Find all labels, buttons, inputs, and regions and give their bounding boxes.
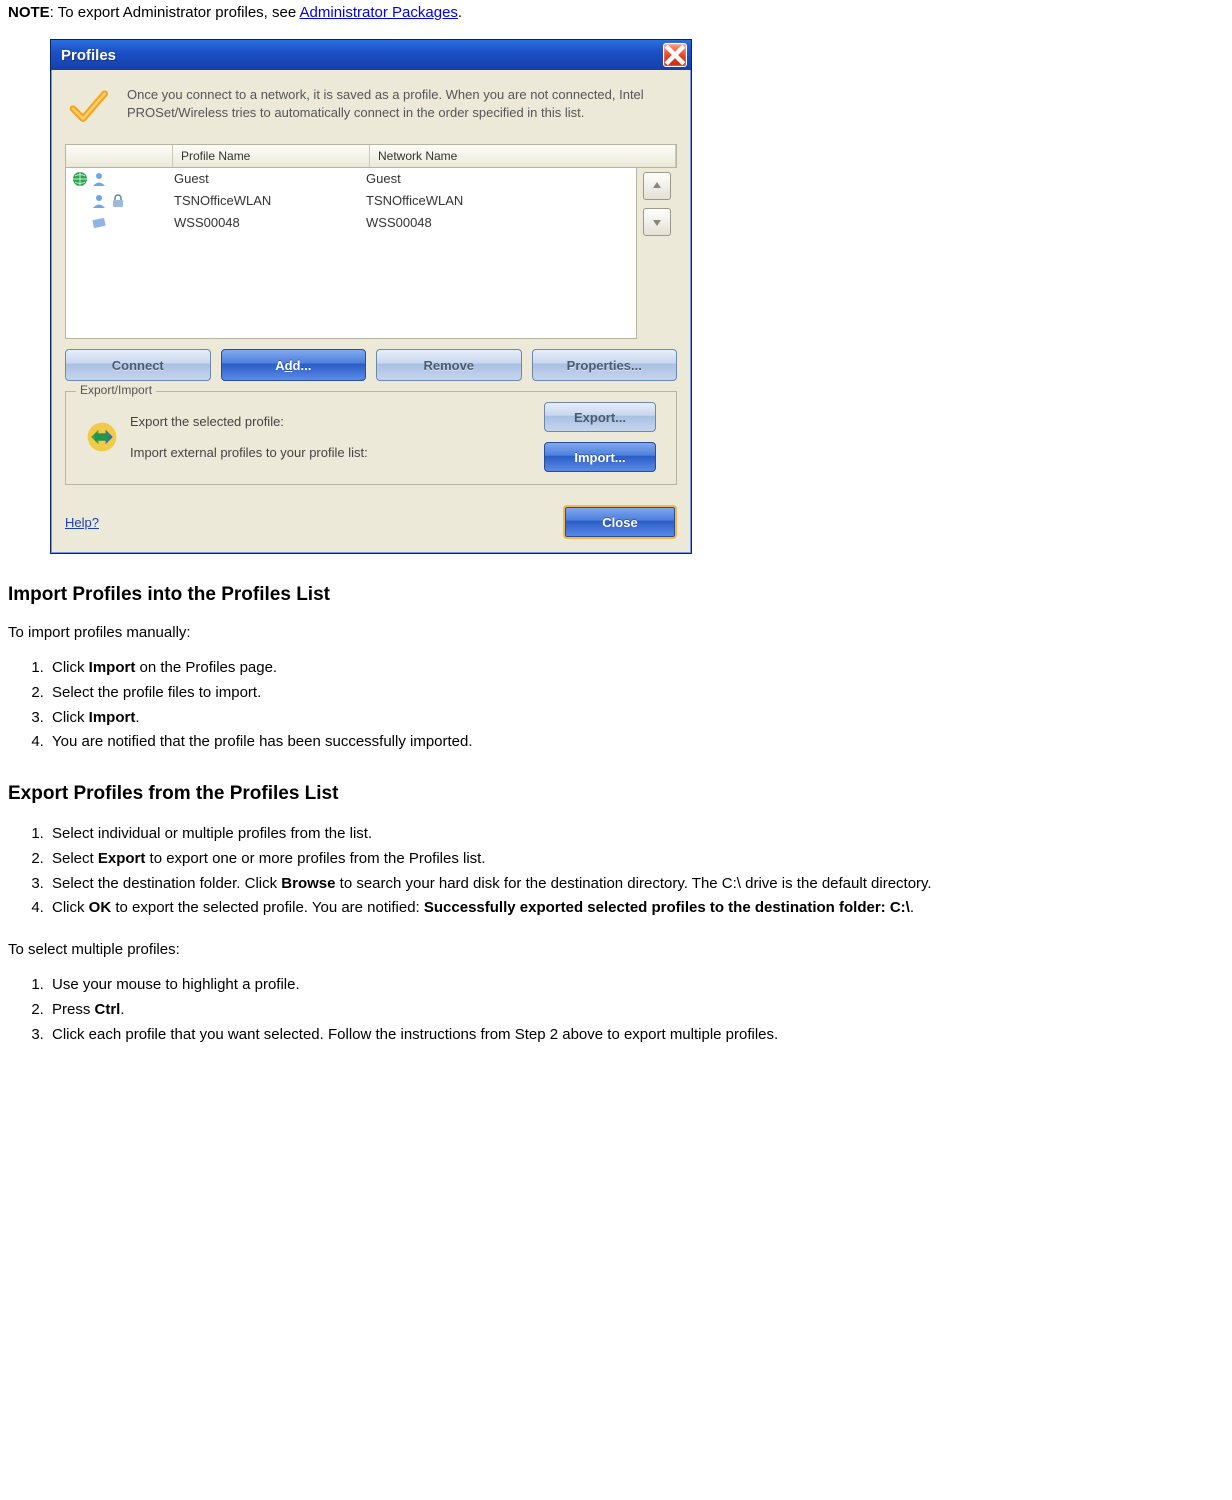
import-intro-text: To import profiles manually: [8, 624, 1222, 641]
profiles-dialog: Profiles Once you connect to a network, … [50, 39, 692, 554]
list-item: Click Import. [48, 707, 1222, 729]
card-icon [91, 215, 107, 231]
header-spacer [66, 145, 173, 167]
list-item: Click each profile that you want selecte… [48, 1024, 1222, 1046]
connect-button[interactable]: Connect [65, 349, 211, 381]
import-button[interactable]: Import... [544, 442, 656, 472]
export-label: Export the selected profile: [130, 414, 544, 429]
list-item: Select Export to export one or more prof… [48, 848, 1222, 870]
list-item: Select individual or multiple profiles f… [48, 823, 1222, 845]
import-section-heading: Import Profiles into the Profiles List [8, 584, 1222, 606]
user-icon [91, 193, 107, 209]
note-paragraph: NOTE: To export Administrator profiles, … [8, 4, 1222, 21]
export-import-legend: Export/Import [76, 383, 156, 397]
user-icon [91, 171, 107, 187]
transfer-icon [78, 417, 126, 457]
move-down-button[interactable] [643, 208, 671, 236]
cell-network-name: WSS00048 [362, 215, 636, 231]
profiles-list: Profile Name Network Name Guest Guest [65, 144, 677, 339]
titlebar: Profiles [51, 40, 691, 70]
import-steps-list: Click Import on the Profiles page. Selec… [48, 657, 1222, 753]
dialog-intro-text: Once you connect to a network, it is sav… [127, 84, 673, 122]
export-steps-list: Select individual or multiple profiles f… [48, 823, 1222, 919]
list-item: Click Import on the Profiles page. [48, 657, 1222, 679]
list-item: Click OK to export the selected profile.… [48, 897, 1222, 919]
note-text-after: . [458, 4, 462, 21]
cell-network-name: TSNOfficeWLAN [362, 193, 636, 209]
remove-button[interactable]: Remove [376, 349, 522, 381]
header-network-name[interactable]: Network Name [370, 145, 676, 167]
list-item: Press Ctrl. [48, 999, 1222, 1021]
multi-intro-text: To select multiple profiles: [8, 941, 1222, 958]
list-item: Use your mouse to highlight a profile. [48, 974, 1222, 996]
cell-network-name: Guest [362, 171, 636, 187]
profiles-dialog-screenshot: Profiles Once you connect to a network, … [50, 39, 1222, 554]
move-up-button[interactable] [643, 172, 671, 200]
multi-steps-list: Use your mouse to highlight a profile. P… [48, 974, 1222, 1045]
list-item: You are notified that the profile has be… [48, 731, 1222, 753]
list-item[interactable]: Guest Guest [66, 168, 636, 190]
lock-icon [110, 193, 126, 209]
note-text-before: : To export Administrator profiles, see [50, 4, 300, 21]
list-item: Select the destination folder. Click Bro… [48, 873, 1222, 895]
cell-profile-name: WSS00048 [170, 215, 362, 231]
admin-packages-link[interactable]: Administrator Packages [300, 4, 458, 21]
import-label: Import external profiles to your profile… [130, 445, 544, 460]
export-section-heading: Export Profiles from the Profiles List [8, 783, 1222, 805]
header-profile-name[interactable]: Profile Name [173, 145, 370, 167]
close-button[interactable]: Close [563, 505, 677, 539]
list-body[interactable]: Guest Guest TSNOfficeWLAN TSNOfficeWLAN [65, 168, 637, 339]
list-item[interactable]: TSNOfficeWLAN TSNOfficeWLAN [66, 190, 636, 212]
export-button[interactable]: Export... [544, 402, 656, 432]
export-import-group: Export/Import Export the selected profil… [65, 391, 677, 485]
list-item[interactable]: WSS00048 WSS00048 [66, 212, 636, 234]
close-icon[interactable] [663, 43, 687, 67]
note-label: NOTE [8, 4, 50, 21]
list-item: Select the profile files to import. [48, 682, 1222, 704]
window-title: Profiles [61, 47, 663, 64]
list-header: Profile Name Network Name [65, 144, 677, 168]
cell-profile-name: TSNOfficeWLAN [170, 193, 362, 209]
globe-icon [72, 171, 88, 187]
properties-button[interactable]: Properties... [532, 349, 678, 381]
checkmark-icon [65, 84, 111, 130]
help-link[interactable]: Help? [65, 515, 99, 530]
add-button[interactable]: Add... [221, 349, 367, 381]
cell-profile-name: Guest [170, 171, 362, 187]
